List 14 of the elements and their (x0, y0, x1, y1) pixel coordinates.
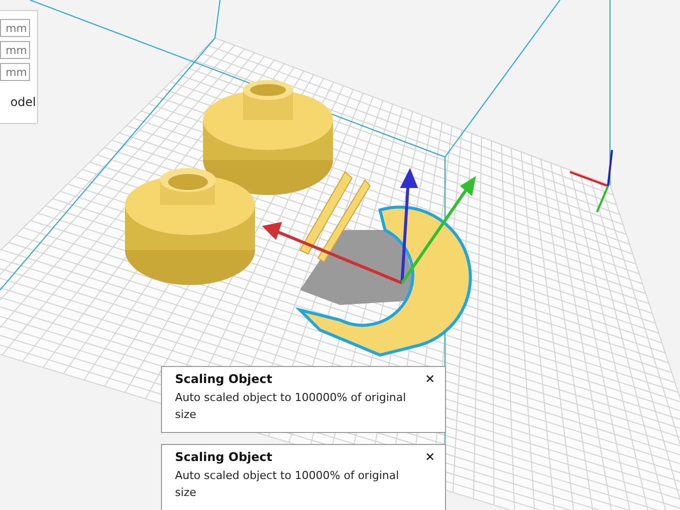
size-input-field[interactable]: mm (0, 19, 30, 37)
close-button[interactable]: ✕ (424, 450, 435, 464)
x-axis-arrow[interactable] (262, 222, 403, 284)
z-axis-arrow[interactable] (400, 168, 418, 284)
notification-message: Auto scaled object to 10000% of original size (175, 468, 400, 501)
mini-axis-icon (570, 150, 613, 212)
y-axis-arrow[interactable] (400, 176, 476, 284)
close-button[interactable]: ✕ (424, 372, 435, 386)
notification-title: Scaling Object (175, 450, 272, 464)
notification-title: Scaling Object (175, 372, 272, 386)
size-input-field[interactable]: mm (0, 63, 30, 81)
notification-message: Auto scaled object to 100000% of original size (175, 390, 407, 423)
size-input-field[interactable]: mm (0, 41, 30, 59)
option-label: odel (10, 95, 36, 109)
